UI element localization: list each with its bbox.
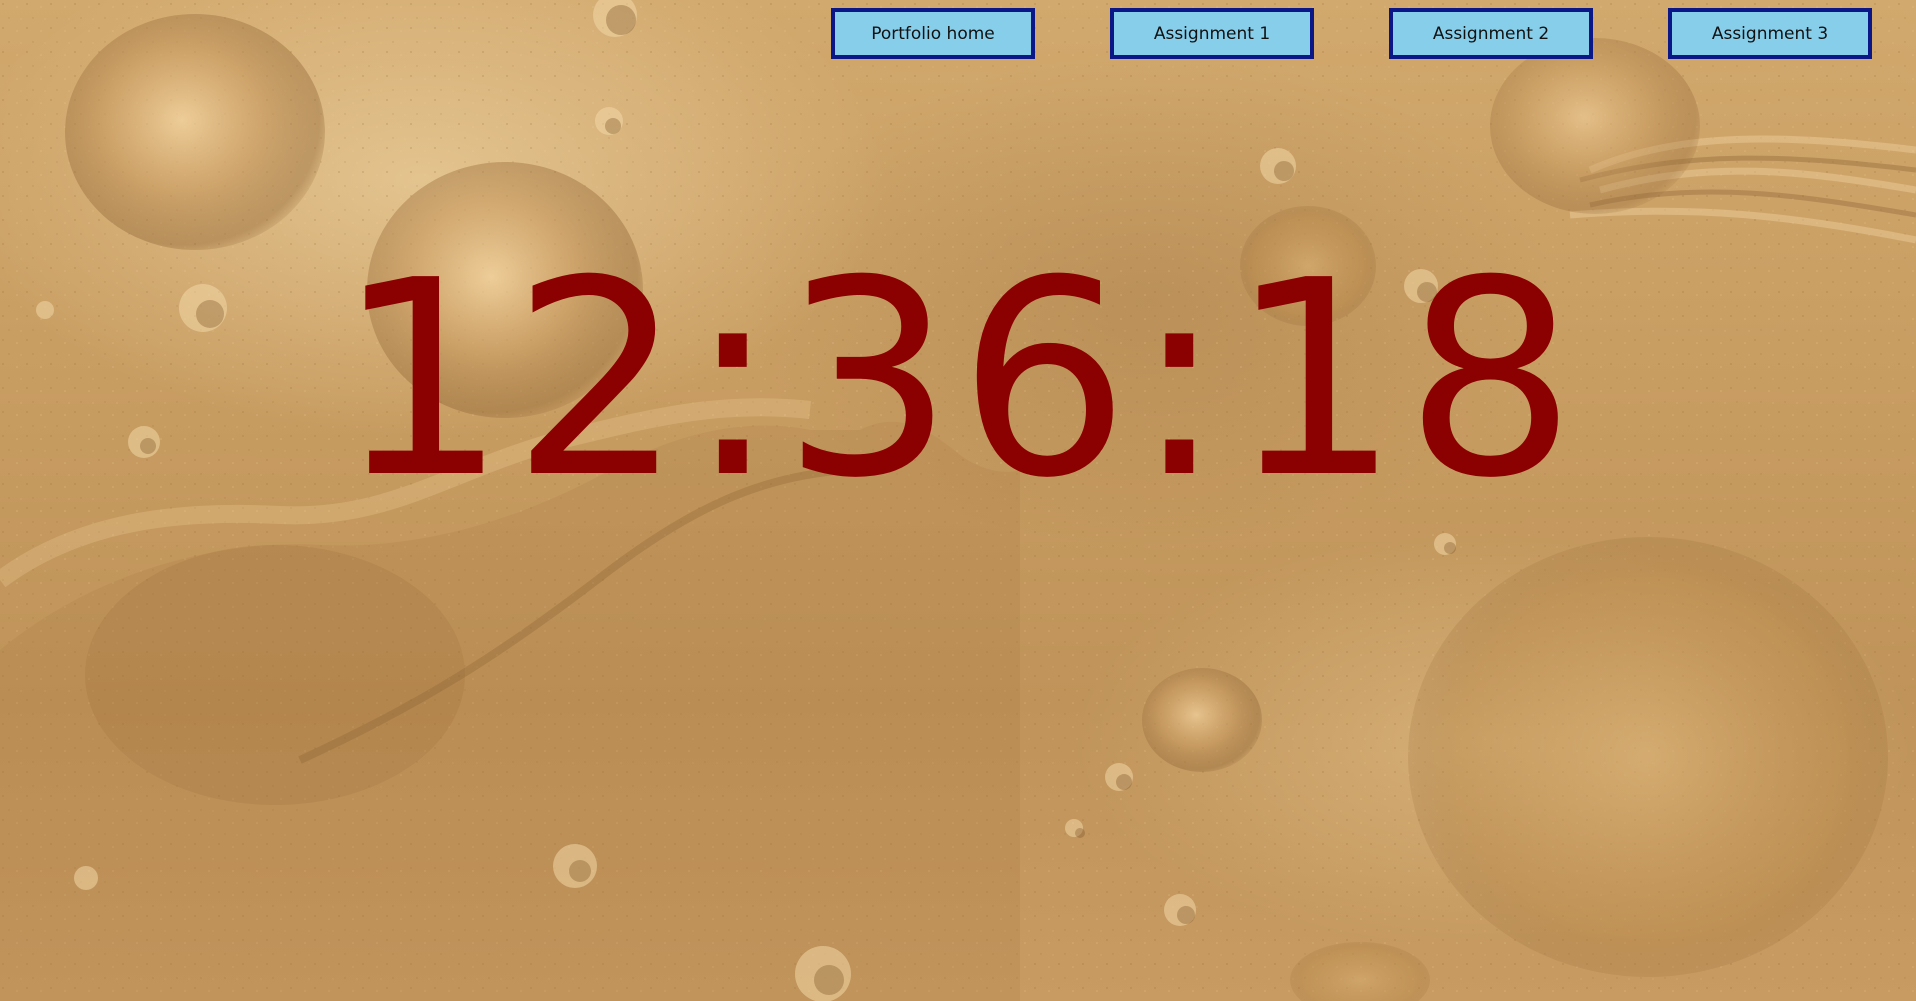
top-navigation: Portfolio home Assignment 1 Assignment 2… <box>831 8 1872 59</box>
portfolio-home-button[interactable]: Portfolio home <box>831 8 1035 59</box>
assignment-1-button[interactable]: Assignment 1 <box>1110 8 1314 59</box>
assignment-3-button[interactable]: Assignment 3 <box>1668 8 1872 59</box>
digital-clock-time: 12:36:18 <box>335 222 1581 537</box>
assignment-2-button[interactable]: Assignment 2 <box>1389 8 1593 59</box>
